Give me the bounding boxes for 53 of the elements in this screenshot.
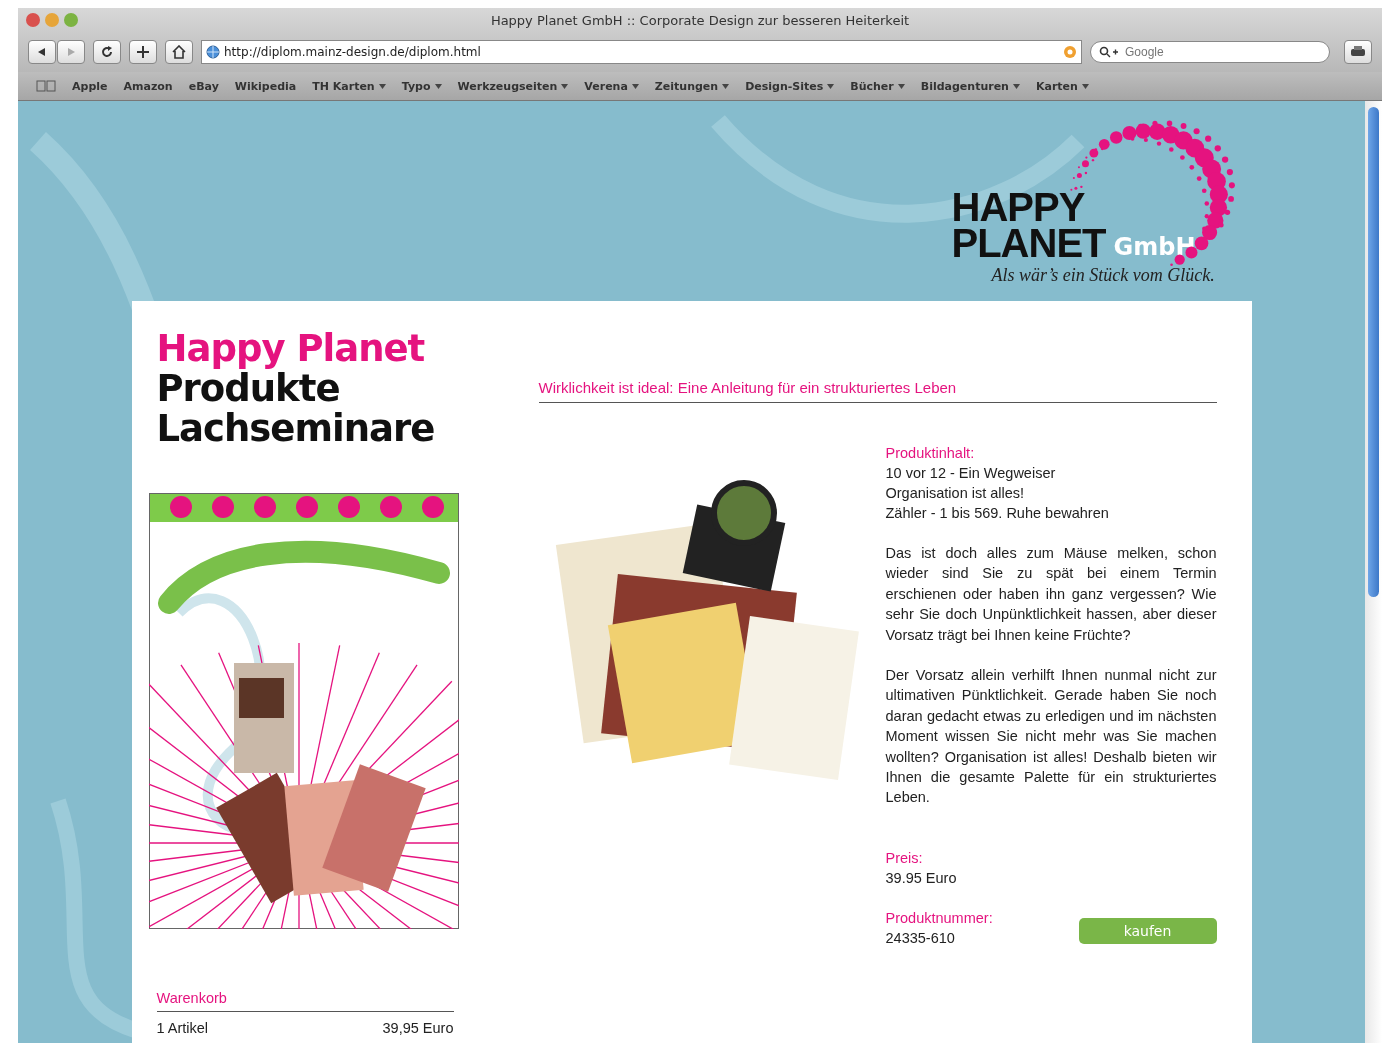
bookmark-item[interactable]: Verena <box>584 79 639 93</box>
search-icon[interactable] <box>1099 46 1119 58</box>
back-arrow-icon <box>36 47 48 57</box>
bookmark-item[interactable]: Werkzeugseiten <box>457 79 569 93</box>
description-paragraph: Das ist doch alles zum Mäuse melken, schon wieder sind Sie zu spät bei einem Termin erschienen oder haben ihn ganz vergessen? Wie sehr Sie doch Unpünktlichkeit hassen, aber dieser Vorsatz trägt bei Ihnen keine Früchte? <box>885 544 1217 645</box>
bookmark-item[interactable]: Bücher <box>850 79 905 93</box>
logo-suffix: GmbH <box>1113 233 1196 261</box>
product-contents-item: 10 vor 12 - Ein Wegweiser <box>885 464 1057 483</box>
close-icon[interactable] <box>26 13 40 27</box>
product-number-label: Produktnummer: <box>885 908 993 928</box>
bookmark-item[interactable]: eBay <box>188 79 219 93</box>
article-title: Wirklichkeit ist ideal: Eine Anleitung für ein strukturiertes Leben <box>538 379 958 396</box>
cart-total: 39,95 Euro <box>382 1019 454 1038</box>
product-contents-item: Organisation ist alles! <box>885 484 1026 503</box>
bookmark-item[interactable]: Typo <box>401 79 442 93</box>
print-button[interactable] <box>1344 40 1372 64</box>
product-contents-item: Zähler - 1 bis 569. Ruhe bewahren <box>885 504 1110 523</box>
bookmark-item[interactable]: Zeitungen <box>654 79 730 93</box>
product-number-value: 24335-610 <box>885 928 956 948</box>
bookmark-item[interactable]: Amazon <box>123 79 173 93</box>
bookmark-item[interactable]: TH Karten <box>312 79 386 93</box>
scrollbar[interactable] <box>1365 101 1382 1043</box>
bookmark-item[interactable]: Karten <box>1035 79 1089 93</box>
printer-icon <box>1350 45 1366 59</box>
logo-tagline: Als wär’s ein Stück vom Glück. <box>991 265 1215 286</box>
bookmarks-icon[interactable] <box>36 80 56 92</box>
globe-icon <box>206 45 220 59</box>
bookmark-item[interactable]: Wikipedia <box>234 79 297 93</box>
price-value: 39.95 Euro <box>885 868 958 888</box>
bookmark-item[interactable]: Apple <box>72 79 108 93</box>
plus-icon <box>136 45 150 59</box>
description-paragraph: Der Vorsatz allein verhilft Ihnen nunmal nicht zur ultimativen Pünktlichkeit. Gerade haben Sie noch daran gedacht etwas zu erledigen und im nächsten Moment wissen Sie nicht mehr was Sie machen wollten? Organisation ist alles! Deshalb bieten wir Ihnen die gesamte Palette für ein strukturiertes Leben. <box>885 666 1217 808</box>
product-contents-label: Produktinhalt: <box>885 444 976 463</box>
page-heading: Happy Planet <box>156 329 426 369</box>
cart-item-count: 1 Artikel <box>156 1019 209 1038</box>
reload-button[interactable] <box>93 40 121 64</box>
price-label: Preis: <box>885 848 924 868</box>
window-title: Happy Planet GmbH :: Corporate Design zur besseren Heiterkeit <box>490 12 910 28</box>
page-heading: Produkte <box>156 369 341 409</box>
bookmark-item[interactable]: Design-Sites <box>745 79 835 93</box>
reload-icon <box>100 45 114 59</box>
logo-text: HAPPY <box>951 189 1086 225</box>
search-field[interactable]: Google <box>1090 41 1330 63</box>
cart-title: Warenkorb <box>156 989 228 1008</box>
back-button[interactable] <box>28 40 56 64</box>
address-field[interactable]: http://diplom.mainz-design.de/diplom.html <box>201 40 1082 64</box>
bookmark-item[interactable]: Bildagenturen <box>920 79 1020 93</box>
logo-text: PLANET <box>951 225 1106 261</box>
add-bookmark-button[interactable] <box>129 40 157 64</box>
home-button[interactable] <box>165 40 193 64</box>
forward-arrow-icon <box>65 47 77 57</box>
home-icon <box>172 45 186 59</box>
page-heading: Lachseminare <box>156 409 436 449</box>
